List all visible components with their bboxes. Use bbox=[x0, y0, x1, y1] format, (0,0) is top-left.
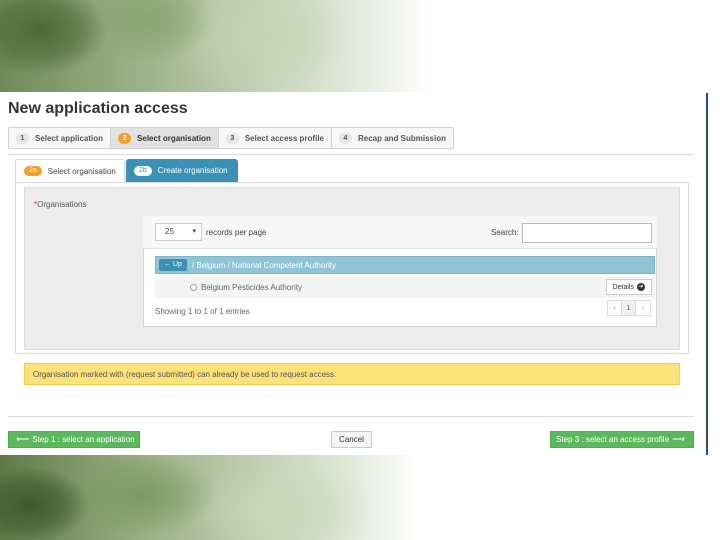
arrow-right-icon: ➔ bbox=[637, 283, 645, 291]
step-label: Select organisation bbox=[137, 133, 211, 143]
arrow-right-icon: ⟶ bbox=[672, 434, 685, 444]
wizard-step-4[interactable]: 4 Recap and Submission bbox=[332, 128, 453, 148]
page-title: New application access bbox=[8, 100, 188, 117]
details-label: Details bbox=[612, 283, 634, 291]
search-input[interactable] bbox=[522, 223, 652, 243]
up-button[interactable]: ← Up bbox=[159, 259, 187, 271]
wizard-steps: 1 Select application 2 Select organisati… bbox=[8, 127, 455, 149]
step-number: 2 bbox=[118, 132, 132, 144]
leaf-background-bottom bbox=[0, 455, 720, 540]
previous-step-label: Step 1 : select an application bbox=[32, 435, 135, 444]
next-step-label: Step 3 : select an access profile bbox=[556, 435, 670, 444]
records-per-page-select[interactable]: 25 ▾ bbox=[155, 223, 202, 241]
leaf-background-top bbox=[0, 0, 720, 92]
records-per-page-label: records per page bbox=[206, 228, 267, 237]
pagination-page-1[interactable]: 1 bbox=[622, 301, 636, 315]
cancel-button[interactable]: Cancel bbox=[331, 431, 372, 448]
step-label: Select access profile bbox=[244, 133, 324, 143]
step-number: 1 bbox=[16, 132, 29, 144]
pagination-prev[interactable]: ‹ bbox=[608, 301, 622, 315]
records-per-page-value: 25 bbox=[165, 227, 174, 236]
right-divider bbox=[706, 93, 708, 455]
caret-down-icon: ▾ bbox=[192, 228, 196, 235]
divider bbox=[8, 154, 694, 155]
wizard-step-3[interactable]: 3 Select access profile bbox=[219, 128, 332, 148]
step-label: Select application bbox=[35, 133, 104, 143]
tab-badge: 2b bbox=[134, 165, 152, 176]
pagination-next[interactable]: › bbox=[636, 301, 650, 315]
organisation-radio[interactable] bbox=[190, 284, 197, 291]
breadcrumb: / Belgium / National Competent Authority bbox=[191, 260, 336, 270]
step-number: 4 bbox=[338, 132, 352, 144]
entries-info: Showing 1 to 1 of 1 entries bbox=[155, 307, 250, 316]
tab-label: Create organisation bbox=[157, 166, 228, 175]
tab-badge: 2a bbox=[24, 166, 42, 176]
wizard-step-2[interactable]: 2 Select organisation bbox=[111, 128, 219, 148]
organisation-name: Belgium Pesticides Authority bbox=[201, 283, 302, 292]
tab-label: Select organisation bbox=[47, 166, 116, 176]
step-label: Recap and Submission bbox=[357, 133, 447, 143]
organisations-label: *Organisations bbox=[34, 200, 86, 209]
previous-step-button[interactable]: ⟵ Step 1 : select an application bbox=[8, 431, 140, 448]
next-step-button[interactable]: Step 3 : select an access profile ⟶ bbox=[550, 431, 694, 448]
details-button[interactable]: Details ➔ bbox=[605, 279, 652, 295]
divider bbox=[8, 416, 694, 417]
breadcrumb-row: ← Up / Belgium / National Competent Auth… bbox=[155, 256, 655, 274]
tab-create-organisation[interactable]: 2b Create organisation bbox=[126, 159, 238, 182]
tab-select-organisation[interactable]: 2a Select organisation bbox=[15, 159, 125, 182]
arrow-left-icon: ⟵ bbox=[16, 434, 30, 444]
search-label: Search: bbox=[491, 228, 519, 237]
step-number: 3 bbox=[225, 132, 239, 144]
table-row[interactable]: Belgium Pesticides Authority Details ➔ bbox=[155, 277, 655, 298]
info-notice: Organisation marked with (request submit… bbox=[24, 363, 680, 385]
wizard-step-1[interactable]: 1 Select application bbox=[9, 128, 112, 148]
pagination: ‹ 1 › bbox=[607, 300, 651, 316]
organisations-label-text: Organisations bbox=[37, 200, 87, 209]
